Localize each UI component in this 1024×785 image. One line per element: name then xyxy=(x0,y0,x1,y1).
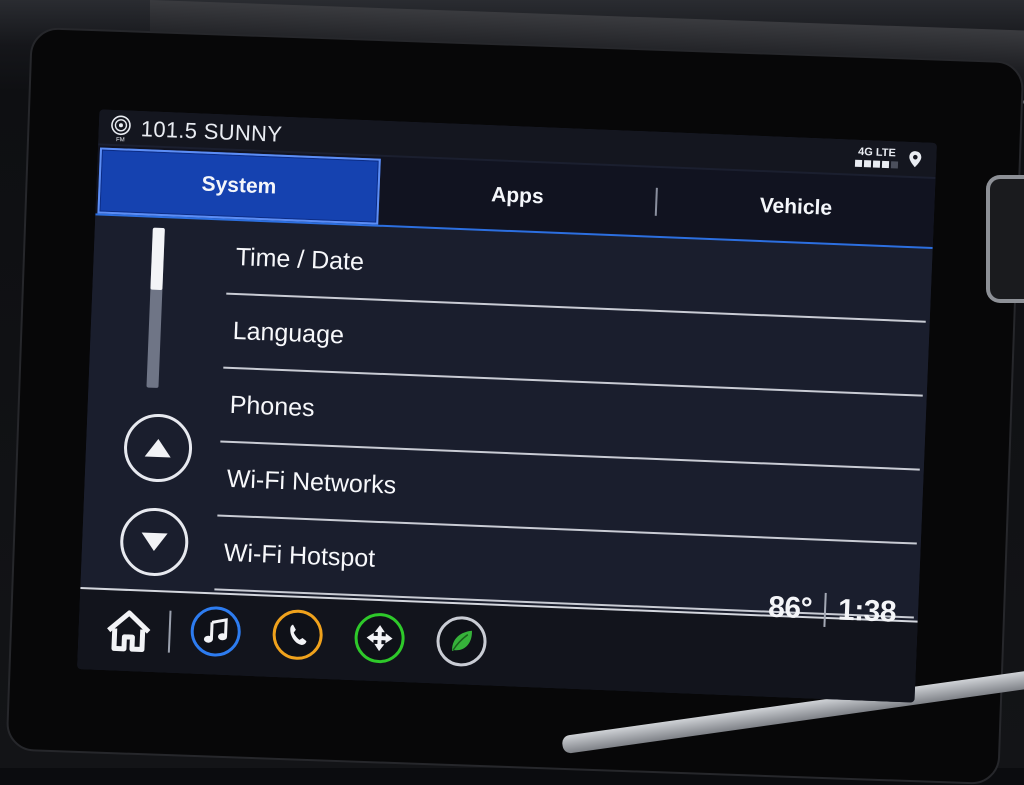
scroll-down-button[interactable] xyxy=(118,506,190,578)
settings-menu: Time / Date Language Phones Wi-Fi Networ… xyxy=(214,220,929,619)
infotainment-screen: FM 101.5 SUNNY 4G LTE System Apps Vehicl… xyxy=(77,109,937,703)
menu-item-label: Phones xyxy=(229,390,316,422)
menu-item-label: Time / Date xyxy=(235,242,365,276)
leaf-icon xyxy=(452,630,472,651)
tab-label: Apps xyxy=(490,183,545,209)
scrollbar-thumb[interactable] xyxy=(150,227,165,291)
clock: 1:38 xyxy=(837,593,897,629)
tab-label: Vehicle xyxy=(759,193,833,220)
scroll-up-button[interactable] xyxy=(122,412,194,484)
energy-button[interactable] xyxy=(435,615,488,668)
navigation-button[interactable] xyxy=(353,612,406,665)
temperature-time-display: 86° 1:38 xyxy=(768,591,897,630)
location-pin-icon xyxy=(909,151,922,168)
phone-button[interactable] xyxy=(271,608,324,661)
menu-item-label: Language xyxy=(232,316,345,349)
outside-temperature: 86° xyxy=(767,590,813,626)
tab-system[interactable]: System xyxy=(97,147,381,225)
divider xyxy=(167,610,172,653)
navigation-icon xyxy=(366,625,393,652)
music-note-icon xyxy=(203,618,228,643)
phone-icon xyxy=(290,624,307,645)
tab-label: System xyxy=(201,172,277,199)
settings-list-area: Time / Date Language Phones Wi-Fi Networ… xyxy=(80,215,933,621)
menu-item-label: Wi-Fi Hotspot xyxy=(223,538,376,573)
arrow-down-icon xyxy=(141,532,168,551)
network-label: 4G LTE xyxy=(857,145,897,160)
audio-button[interactable] xyxy=(189,605,242,658)
arrow-up-icon xyxy=(144,439,171,458)
scrollbar[interactable] xyxy=(146,227,165,388)
divider xyxy=(823,592,827,627)
menu-item-label: Wi-Fi Networks xyxy=(226,464,397,500)
signal-indicator: 4G LTE xyxy=(854,145,899,169)
side-control-knob xyxy=(986,175,1024,303)
signal-bars xyxy=(854,159,899,169)
tab-apps[interactable]: Apps xyxy=(378,157,657,236)
station-name[interactable]: 101.5 SUNNY xyxy=(140,116,282,148)
radio-icon: FM xyxy=(111,115,131,143)
tab-vehicle[interactable]: Vehicle xyxy=(656,168,935,247)
band-label: FM xyxy=(116,137,125,143)
home-icon[interactable] xyxy=(104,608,154,654)
